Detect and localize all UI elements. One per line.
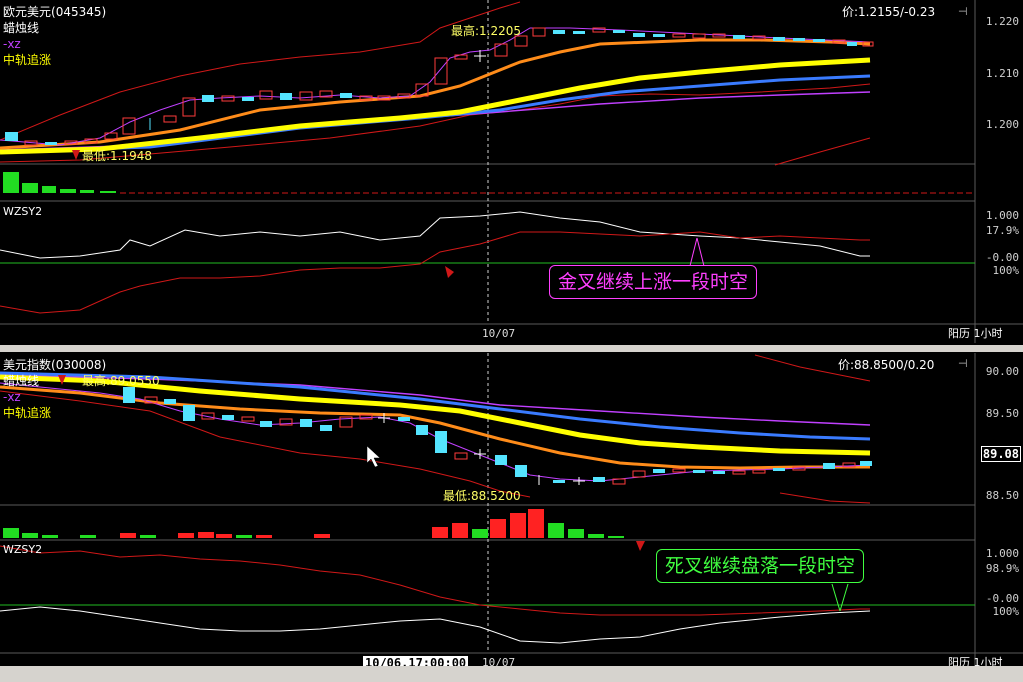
top-ytick-3: 1.200: [985, 118, 1019, 131]
top-period-label[interactable]: 阳历 1小时: [948, 327, 1003, 341]
top-ind-tick-4: 100%: [992, 264, 1020, 277]
top-chart-pane[interactable]: 欧元美元(045345) 蜡烛线 -xz 中轨追涨 价:1.2155/-0.23…: [0, 0, 1023, 343]
top-ind-tick-3: -0.00: [985, 251, 1019, 264]
bottom-high-label: 最高:89.0550: [82, 374, 160, 388]
bottom-legend-midtrack: 中轨追涨: [3, 406, 52, 420]
bottom-legend-candle: 蜡烛线: [3, 374, 40, 388]
top-legend-xz: -xz: [3, 37, 21, 51]
mouse-cursor: [366, 445, 381, 468]
top-date-tick: 10/07: [482, 327, 516, 340]
bottom-instrument-title: 美元指数(030008): [3, 358, 106, 372]
top-high-label: 最高:1.2205: [451, 24, 522, 38]
bottom-ind-tick-3: -0.00: [985, 592, 1019, 605]
top-annotation-callout: 金叉继续上涨一段时空: [549, 265, 758, 299]
top-low-label: 最低:1.1948: [82, 149, 153, 163]
top-ytick-2: 1.210: [985, 67, 1019, 80]
bottom-price-readout: 价:88.8500/0.20: [838, 358, 935, 372]
top-indicator-name: WZSY2: [3, 205, 43, 218]
top-title: 欧元美元: [3, 5, 52, 19]
bottom-ind-tick-1: 1.000: [985, 547, 1019, 560]
bottom-low-label: 最低:88.5200: [443, 489, 521, 503]
top-legend-candle: 蜡烛线: [3, 21, 40, 35]
status-bar: [0, 666, 1023, 682]
top-instrument-title: 欧元美元(045345): [3, 5, 106, 19]
bottom-ytick-2: 89.50: [985, 407, 1019, 420]
bottom-chart-canvas: [0, 353, 1023, 666]
top-legend-midtrack: 中轨追涨: [3, 53, 52, 67]
pin-icon[interactable]: ⊣: [958, 357, 968, 370]
top-candles: [5, 27, 874, 146]
top-ytick-1: 1.220: [985, 15, 1019, 28]
bottom-candles: [123, 387, 872, 485]
current-price-box: 89.08: [980, 446, 1021, 462]
bottom-annotation-callout: 死叉继续盘落一段时空: [656, 549, 865, 583]
top-price-readout: 价:1.2155/-0.23: [842, 5, 936, 19]
bottom-ytick-3: 88.50: [985, 489, 1019, 502]
bottom-legend-xz: -xz: [3, 390, 21, 404]
top-ind-tick-1: 1.000: [985, 209, 1019, 222]
bottom-indicator-name: WZSY2: [3, 543, 43, 556]
top-ind-tick-2: 17.9%: [985, 224, 1019, 237]
top-code: (045345): [51, 5, 107, 19]
pin-icon[interactable]: ⊣: [958, 5, 968, 18]
bottom-code: (030008): [51, 358, 107, 372]
pane-divider[interactable]: [0, 345, 1023, 352]
bottom-ind-tick-4: 100%: [992, 605, 1020, 618]
bottom-chart-pane[interactable]: 美元指数(030008) 蜡烛线 -xz 中轨追涨 最高:89.0550 价:8…: [0, 353, 1023, 670]
bottom-ytick-1: 90.00: [985, 365, 1019, 378]
bottom-ind-tick-2: 98.9%: [985, 562, 1019, 575]
bottom-title: 美元指数: [3, 358, 52, 372]
top-chart-canvas: [0, 0, 1023, 343]
